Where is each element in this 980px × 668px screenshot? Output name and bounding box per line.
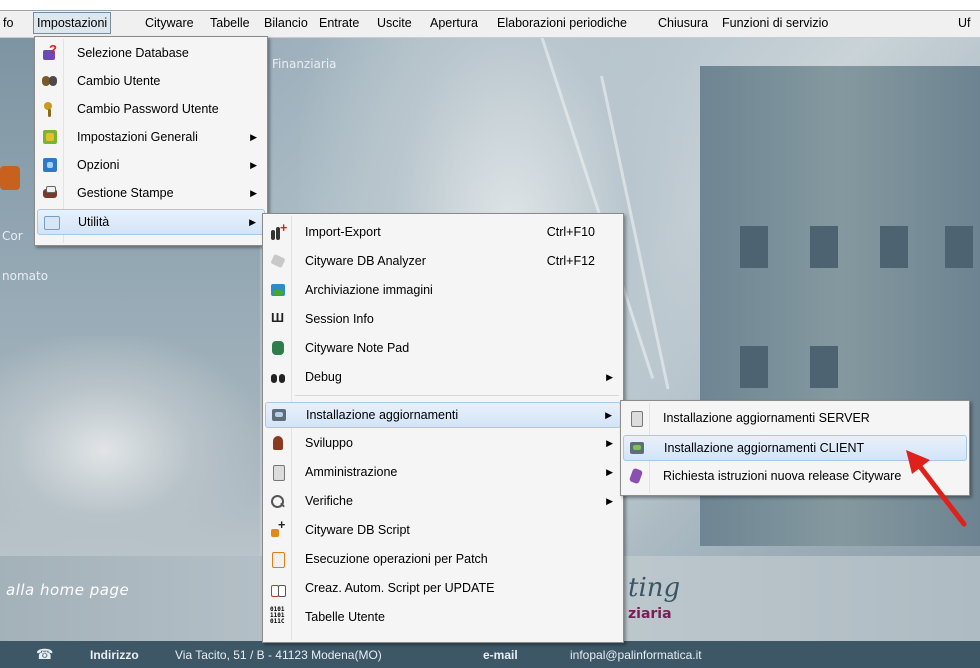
menu-item-installazione-aggiornamenti[interactable]: Installazione aggiornamenti ▶ <box>265 402 621 428</box>
menu-item-db-script[interactable]: + Cityware DB Script <box>265 518 621 542</box>
menu-item-verifiche[interactable]: Verifiche ▶ <box>265 489 621 513</box>
bg-window <box>945 226 973 268</box>
brand-logo-text: ting <box>628 573 681 603</box>
menu-item-opzioni[interactable]: Opzioni ▶ <box>37 153 265 177</box>
db-script-icon: + <box>270 518 286 538</box>
home-page-link[interactable]: alla home page <box>6 581 129 599</box>
session-info-icon: Ш <box>271 310 285 325</box>
menu-item-cambio-password[interactable]: Cambio Password Utente <box>37 97 265 121</box>
menu-item-aggiornamenti-server[interactable]: Installazione aggiornamenti SERVER <box>623 406 967 430</box>
bg-house-icon <box>0 166 20 190</box>
red-arrow-annotation <box>906 450 967 527</box>
menu-bilancio[interactable]: Bilancio <box>261 13 311 33</box>
menu-uscite[interactable]: Uscite <box>374 13 415 33</box>
brand-logo-subtext: ziaria <box>628 606 672 622</box>
menu-item-amministrazione[interactable]: Amministrazione ▶ <box>265 460 621 484</box>
submenu-arrow-icon: ▶ <box>250 132 257 142</box>
footer-bar: ☎ Indirizzo Via Tacito, 51 / B - 41123 M… <box>0 641 980 668</box>
menu-uf[interactable]: Uf <box>955 13 974 33</box>
menu-item-debug[interactable]: Debug ▶ <box>265 365 621 389</box>
bg-left-label: Cor <box>2 229 23 243</box>
db-analyzer-icon <box>270 253 286 269</box>
submenu-arrow-icon: ▶ <box>249 217 256 227</box>
script-update-icon <box>270 580 286 597</box>
submenu-arrow-icon: ▶ <box>250 160 257 170</box>
menu-item-utilita[interactable]: Utilità ▶ <box>37 209 265 235</box>
printer-icon <box>42 185 58 201</box>
bg-hand-image <box>0 336 260 566</box>
menu-chiusura[interactable]: Chiusura <box>655 13 711 33</box>
development-icon <box>270 435 286 451</box>
menu-item-tabelle-utente[interactable]: 0101 1101 011C Tabelle Utente <box>265 605 621 629</box>
submenu-arrow-icon: ▶ <box>606 438 613 448</box>
client-icon <box>629 440 645 456</box>
menu-item-gestione-stampe[interactable]: Gestione Stampe ▶ <box>37 181 265 205</box>
bg-window <box>740 226 768 268</box>
menu-elaborazioni-periodiche[interactable]: Elaborazioni periodiche <box>494 13 630 33</box>
menu-item-db-analyzer[interactable]: Cityware DB Analyzer Ctrl+F12 <box>265 249 621 273</box>
bg-window <box>880 226 908 268</box>
menu-item-import-export[interactable]: + Import-Export Ctrl+F10 <box>265 220 621 244</box>
bg-window <box>810 226 838 268</box>
bg-window <box>740 346 768 388</box>
menu-item-session-info[interactable]: Ш Session Info <box>265 307 621 331</box>
magnifier-icon <box>270 493 286 509</box>
menu-impostazioni[interactable]: Impostazioni <box>33 12 112 34</box>
footer-email-value[interactable]: infopal@palinformatica.it <box>570 648 702 662</box>
binary-table-icon: 0101 1101 011C <box>270 606 285 625</box>
patch-icon <box>270 551 286 568</box>
menu-funzioni-di-servizio[interactable]: Funzioni di servizio <box>719 13 831 33</box>
bg-subtitle: Finanziaria <box>272 57 337 71</box>
footer-address-value: Via Tacito, 51 / B - 41123 Modena(MO) <box>175 648 382 662</box>
submenu-arrow-icon: ▶ <box>606 372 613 382</box>
submenu-arrow-icon: ▶ <box>605 410 612 420</box>
submenu-arrow-icon: ▶ <box>606 496 613 506</box>
notepad-icon <box>270 340 286 356</box>
database-question-icon: ? <box>42 42 58 61</box>
utility-icon <box>43 214 60 230</box>
menu-cityware[interactable]: Cityware <box>142 13 197 33</box>
image-archive-icon <box>270 282 286 298</box>
menu-separator <box>295 395 619 396</box>
footer-email-label: e-mail <box>483 648 518 662</box>
bg-window <box>810 346 838 388</box>
menu-item-esecuzione-patch[interactable]: Esecuzione operazioni per Patch <box>265 547 621 571</box>
impostazioni-menu: ? Selezione Database Cambio Utente Cambi… <box>34 36 268 246</box>
menu-item-creaz-script-update[interactable]: Creaz. Autom. Script per UPDATE <box>265 576 621 600</box>
menu-item-cambio-utente[interactable]: Cambio Utente <box>37 69 265 93</box>
menu-tabelle[interactable]: Tabelle <box>207 13 253 33</box>
menu-item-archiviazione-immagini[interactable]: Archiviazione immagini <box>265 278 621 302</box>
menu-bar: fo Impostazioni Cityware Tabelle Bilanci… <box>0 10 980 38</box>
bg-left-label: nomato <box>2 269 49 283</box>
menu-apertura[interactable]: Apertura <box>427 13 481 33</box>
server-icon <box>628 410 644 427</box>
install-updates-icon <box>271 407 287 423</box>
options-icon <box>42 157 58 173</box>
footer-address-label: Indirizzo <box>90 648 139 662</box>
binoculars-icon <box>270 369 286 385</box>
settings-grid-icon <box>42 129 58 145</box>
menu-item-impostazioni-generali[interactable]: Impostazioni Generali ▶ <box>37 125 265 149</box>
menu-info[interactable]: fo <box>0 13 16 33</box>
keys-icon <box>42 101 58 117</box>
utilita-submenu: + Import-Export Ctrl+F10 Cityware DB Ana… <box>262 213 624 643</box>
import-export-icon: + <box>270 221 287 240</box>
menu-item-note-pad[interactable]: Cityware Note Pad <box>265 336 621 360</box>
submenu-arrow-icon: ▶ <box>250 188 257 198</box>
footer-logo-icon: ☎ <box>36 646 54 662</box>
submenu-arrow-icon: ▶ <box>606 467 613 477</box>
release-request-icon <box>628 467 644 485</box>
users-icon <box>42 73 58 89</box>
menu-item-sviluppo[interactable]: Sviluppo ▶ <box>265 431 621 455</box>
menu-entrate[interactable]: Entrate <box>316 13 362 33</box>
admin-icon <box>270 464 286 481</box>
menu-item-selezione-database[interactable]: ? Selezione Database <box>37 41 265 65</box>
